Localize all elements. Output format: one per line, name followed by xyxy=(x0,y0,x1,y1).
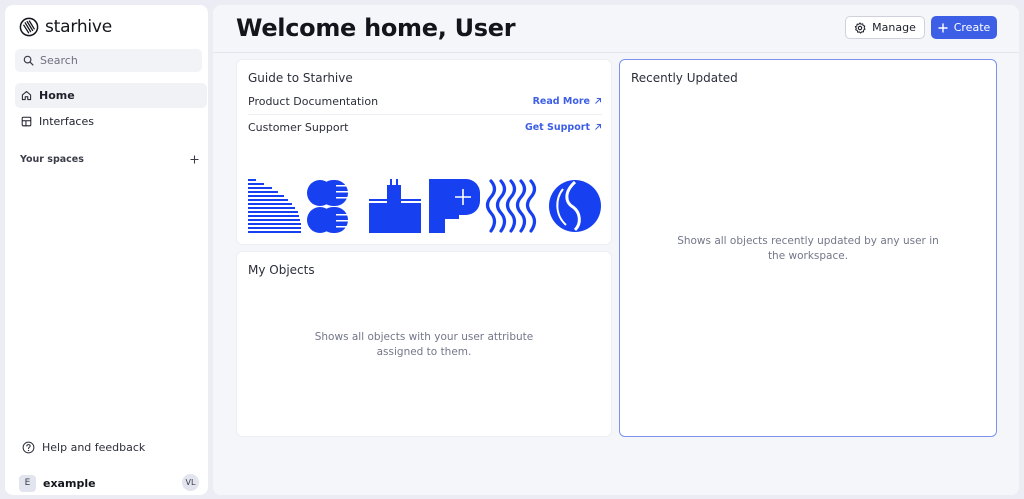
interfaces-icon xyxy=(21,116,32,127)
my-objects-title: My Objects xyxy=(248,263,315,277)
external-link-icon xyxy=(595,124,601,130)
read-more-label: Read More xyxy=(532,95,590,107)
help-and-feedback-button[interactable]: Help and feedback xyxy=(22,441,145,454)
workspace-name: example xyxy=(43,476,96,490)
main-content: Welcome home, User Manage Create Guide t… xyxy=(213,5,1019,495)
empty-state-line: assigned to them. xyxy=(376,346,472,358)
search-input[interactable]: Search xyxy=(15,49,202,72)
guide-row-support: Customer Support Get Support xyxy=(248,117,602,137)
plus-icon xyxy=(938,22,948,33)
create-label: Create xyxy=(953,21,991,34)
header-divider xyxy=(213,52,1019,53)
guide-illustration xyxy=(248,179,601,233)
read-more-link[interactable]: Read More xyxy=(533,96,602,107)
avatar[interactable]: VL xyxy=(182,474,199,491)
guide-row-label: Product Documentation xyxy=(248,94,379,108)
help-label: Help and feedback xyxy=(42,441,146,454)
illustration-circle-shape xyxy=(549,180,601,232)
add-space-button[interactable] xyxy=(188,153,200,165)
brand[interactable]: starhive xyxy=(19,17,112,37)
spaces-header: Your spaces xyxy=(20,151,200,167)
external-link-icon xyxy=(595,98,601,104)
search-icon xyxy=(23,55,34,66)
empty-state-line: Shows all objects with your user attribu… xyxy=(314,331,534,343)
illustration-steps-shape xyxy=(369,179,421,233)
manage-label: Manage xyxy=(872,21,916,34)
sidebar-item-home[interactable]: Home xyxy=(15,83,207,108)
illustration-waves-shape xyxy=(485,179,537,233)
empty-state-line: Shows all objects recently updated by an… xyxy=(677,235,939,247)
guide-title: Guide to Starhive xyxy=(248,71,353,85)
illustration-b-shape xyxy=(307,180,350,233)
create-button[interactable]: Create xyxy=(931,16,997,39)
sidebar-item-interfaces[interactable]: Interfaces xyxy=(15,109,207,134)
illustration-p-shape xyxy=(429,179,480,233)
spaces-label: Your spaces xyxy=(20,153,84,165)
my-objects-card: My Objects Shows all objects with your u… xyxy=(236,251,612,437)
empty-state-text: Shows all objects recently updated by an… xyxy=(620,234,996,264)
sidebar: starhive Search Home Interfaces Your spa… xyxy=(5,5,208,495)
divider xyxy=(248,114,602,115)
empty-state-line: the workspace. xyxy=(767,250,849,262)
workspace-switcher[interactable]: E example VL xyxy=(19,474,199,492)
plus-icon xyxy=(189,154,199,164)
page-title: Welcome home, User xyxy=(236,14,516,42)
guide-row-label: Customer Support xyxy=(248,120,349,134)
help-icon xyxy=(22,441,35,454)
recently-updated-card[interactable]: Recently Updated Shows all objects recen… xyxy=(619,59,997,437)
illustration-stripes-shape xyxy=(248,179,301,233)
starhive-logo-icon xyxy=(19,17,39,37)
home-icon xyxy=(21,90,32,101)
get-support-link[interactable]: Get Support xyxy=(525,122,602,133)
guide-row-documentation: Product Documentation Read More xyxy=(248,91,602,111)
manage-button[interactable]: Manage xyxy=(845,16,925,39)
guide-card: Guide to Starhive Product Documentation … xyxy=(236,59,612,245)
recently-updated-title: Recently Updated xyxy=(631,71,738,85)
empty-state-text: Shows all objects with your user attribu… xyxy=(237,330,611,360)
search-placeholder: Search xyxy=(40,54,78,67)
gear-icon xyxy=(854,21,866,34)
sidebar-item-label: Home xyxy=(39,89,75,102)
workspace-badge: E xyxy=(19,474,36,492)
get-support-label: Get Support xyxy=(524,121,590,133)
brand-name: starhive xyxy=(45,17,113,37)
sidebar-item-label: Interfaces xyxy=(39,115,94,128)
